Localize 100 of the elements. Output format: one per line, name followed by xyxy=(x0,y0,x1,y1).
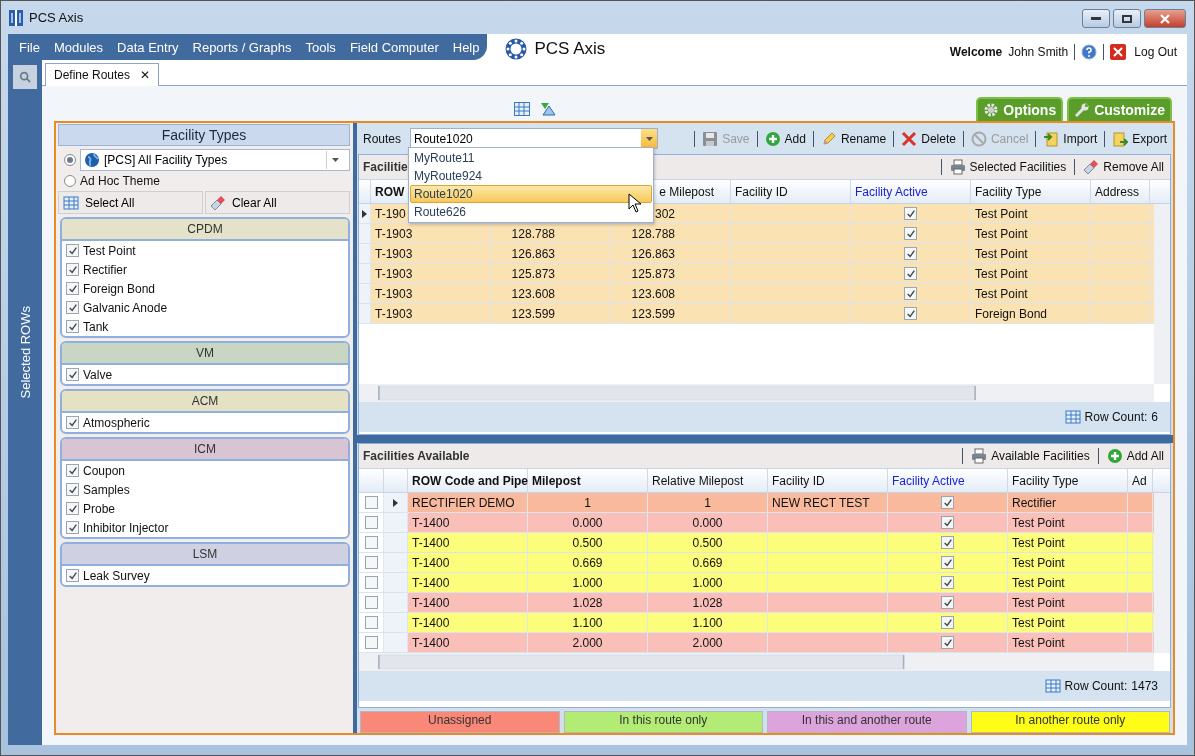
table-row[interactable]: T-1400 0.669 0.669 Test Point xyxy=(359,553,1154,573)
checkbox[interactable] xyxy=(941,596,954,609)
column-header[interactable]: Ad xyxy=(1132,473,1147,488)
table-row[interactable]: T-1903 126.863 126.863 Test Point xyxy=(359,244,1154,264)
checkbox[interactable] xyxy=(66,502,79,515)
table-row[interactable]: T-1400 1.100 1.100 Test Point xyxy=(359,613,1154,633)
checkbox-label[interactable]: Coupon xyxy=(83,463,126,478)
radio-label[interactable]: Ad Hoc Theme xyxy=(80,174,160,188)
checkbox[interactable] xyxy=(904,227,917,240)
column-header[interactable]: Facility Type xyxy=(1012,473,1079,488)
checkbox-label[interactable]: Probe xyxy=(83,501,116,516)
checkbox-label[interactable]: Samples xyxy=(83,482,130,497)
checkbox-label[interactable]: Leak Survey xyxy=(83,568,150,583)
checkbox[interactable] xyxy=(364,596,378,609)
routes-dropdown[interactable]: Route1020 xyxy=(410,128,659,149)
checkbox[interactable] xyxy=(941,516,954,529)
checkbox[interactable] xyxy=(66,521,79,534)
checkbox-label[interactable]: Rectifier xyxy=(83,262,127,277)
checkbox-label[interactable]: Inhibitor Injector xyxy=(83,520,169,535)
checkbox-label[interactable]: Galvanic Anode xyxy=(83,300,168,315)
menu-item[interactable]: Modules xyxy=(46,39,111,55)
tab-close[interactable]: ✕ xyxy=(140,68,151,82)
checkbox[interactable] xyxy=(941,576,954,589)
close-icon[interactable] xyxy=(1110,44,1127,60)
panel-button[interactable]: Select All xyxy=(58,191,203,214)
radio-button[interactable] xyxy=(64,154,76,166)
checkbox-label[interactable]: Test Point xyxy=(83,243,136,258)
dropdown-option[interactable]: Route626 xyxy=(410,203,652,221)
filter-triangle-icon[interactable] xyxy=(540,102,556,116)
toolbar-button[interactable]: Add xyxy=(762,130,808,147)
toolbar-button[interactable]: Selected Facilities xyxy=(947,159,1069,175)
checkbox[interactable] xyxy=(364,636,378,649)
row-selector[interactable] xyxy=(359,204,371,223)
checkbox[interactable] xyxy=(66,483,79,496)
table-row[interactable]: T-1400 2.000 2.000 Test Point xyxy=(359,633,1154,653)
column-header[interactable]: Relative Milepost xyxy=(652,473,744,488)
horizontal-scrollbar[interactable] xyxy=(359,384,1154,402)
toolbar-button[interactable]: Add All xyxy=(1104,448,1166,464)
checkbox[interactable] xyxy=(904,307,917,320)
column-header[interactable]: ROW xyxy=(375,184,405,199)
table-row[interactable]: RECTIFIER DEMO 1 1 NEW RECT TEST Rectifier xyxy=(359,493,1154,513)
menu-item[interactable]: Field Computer xyxy=(342,39,446,55)
checkbox[interactable] xyxy=(66,301,79,314)
checkbox-label[interactable]: Tank xyxy=(83,319,109,334)
maximize-button[interactable] xyxy=(1113,9,1141,28)
checkbox[interactable] xyxy=(904,207,917,220)
checkbox[interactable] xyxy=(364,556,378,569)
menu-item[interactable]: Data Entry xyxy=(110,39,186,55)
menu-item[interactable]: File xyxy=(12,39,47,55)
column-header[interactable]: Facility ID xyxy=(735,184,788,199)
menu-item[interactable]: Help xyxy=(445,39,487,55)
column-header[interactable]: Facility Active xyxy=(855,184,928,199)
toolbar-button[interactable]: Export xyxy=(1110,130,1169,147)
table-row[interactable]: T-1400 1.028 1.028 Test Point xyxy=(359,593,1154,613)
checkbox[interactable] xyxy=(66,263,79,276)
checkbox[interactable] xyxy=(941,616,954,629)
toolbar-button[interactable]: Rename xyxy=(818,130,889,147)
theme-dropdown[interactable]: [PCS] All Facility Types xyxy=(80,149,350,171)
table-row[interactable]: T-1903 125.873 125.873 Test Point xyxy=(359,264,1154,284)
column-header[interactable]: e Milepost xyxy=(659,184,714,199)
checkbox[interactable] xyxy=(66,464,79,477)
toolbar-button[interactable]: Import xyxy=(1041,130,1100,147)
radio-button[interactable] xyxy=(64,175,76,187)
table-row[interactable]: T-1400 0.000 0.000 Test Point xyxy=(359,513,1154,533)
checkbox[interactable] xyxy=(941,636,954,649)
dropdown-option[interactable]: MyRoute924 xyxy=(410,167,652,185)
document-tab[interactable]: Define Routes ✕ xyxy=(45,63,160,86)
checkbox[interactable] xyxy=(904,247,917,260)
checkbox[interactable] xyxy=(941,496,954,509)
dropdown-option[interactable]: Route1020 xyxy=(410,185,652,203)
checkbox-label[interactable]: Valve xyxy=(83,367,113,382)
column-header[interactable]: Facility Active xyxy=(892,473,965,488)
checkbox[interactable] xyxy=(941,556,954,569)
checkbox[interactable] xyxy=(364,496,378,509)
checkbox[interactable] xyxy=(904,267,917,280)
toolbar-button[interactable]: Available Facilities xyxy=(969,448,1092,464)
checkbox[interactable] xyxy=(904,287,917,300)
dropdown-option[interactable]: MyRoute11 xyxy=(410,149,652,167)
checkbox[interactable] xyxy=(364,576,378,589)
table-row[interactable]: T-1903 123.608 123.608 Test Point xyxy=(359,284,1154,304)
toolbar-button[interactable]: Remove All xyxy=(1081,159,1166,175)
minimize-button[interactable] xyxy=(1082,9,1110,28)
checkbox[interactable] xyxy=(66,282,79,295)
table-row[interactable]: T-1400 1.000 1.000 Test Point xyxy=(359,573,1154,593)
toolbar-button[interactable]: Delete xyxy=(899,130,958,147)
grid-icon[interactable] xyxy=(514,102,530,116)
checkbox[interactable] xyxy=(364,536,378,549)
checkbox[interactable] xyxy=(364,516,378,529)
checkbox-label[interactable]: Foreign Bond xyxy=(83,281,156,296)
table-row[interactable]: T-1903 128.788 128.788 Test Point xyxy=(359,224,1154,244)
menu-item[interactable]: Reports / Graphs xyxy=(185,39,299,55)
checkbox-label[interactable]: Atmospheric xyxy=(83,415,150,430)
table-row[interactable]: T-1903 123.599 123.599 Foreign Bond xyxy=(359,304,1154,324)
vertical-scrollbar[interactable] xyxy=(1154,493,1170,653)
column-header[interactable]: Address xyxy=(1095,184,1140,199)
checkbox[interactable] xyxy=(66,569,79,582)
checkbox[interactable] xyxy=(364,616,378,629)
column-header[interactable]: ROW Code and Pipe xyxy=(412,473,528,488)
row-selector[interactable] xyxy=(384,493,408,512)
horizontal-scrollbar[interactable] xyxy=(359,653,1154,671)
